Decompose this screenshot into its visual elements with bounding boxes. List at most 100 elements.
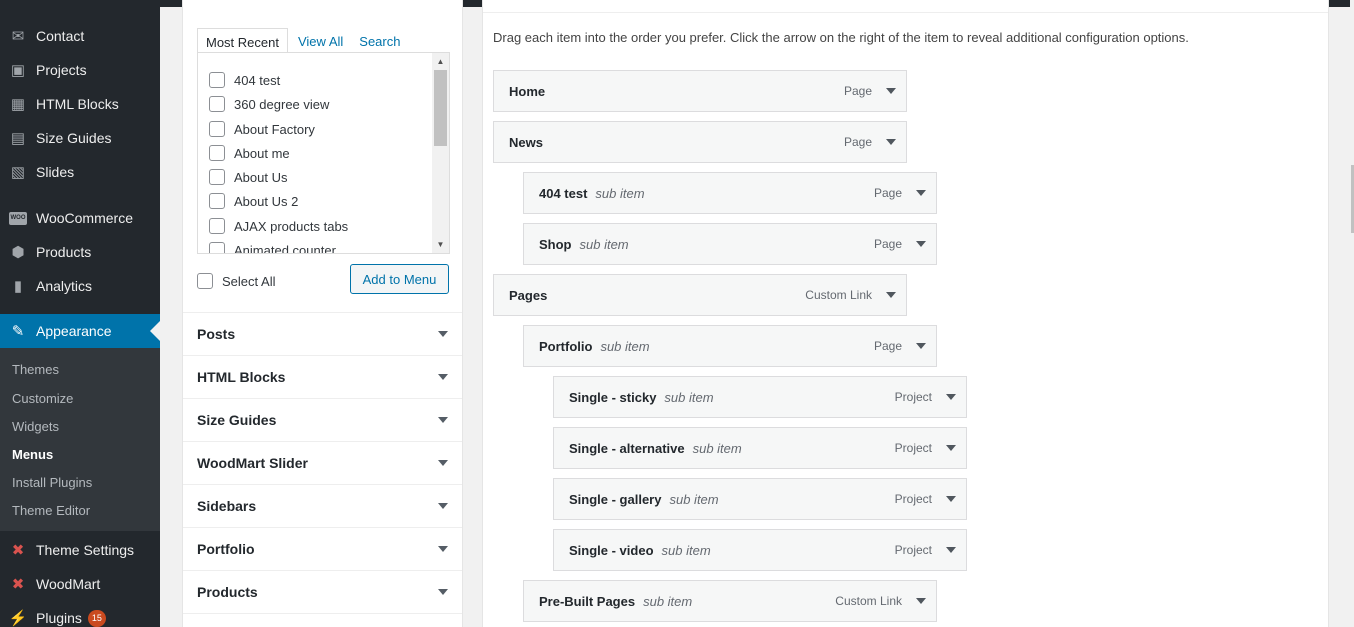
sidebar-item-woocommerce[interactable]: WOO WooCommerce xyxy=(0,201,160,235)
list-item[interactable]: About Us 2 xyxy=(209,193,298,209)
caret-down-icon xyxy=(438,546,448,552)
scroll-down-icon[interactable]: ▼ xyxy=(432,236,449,253)
sidebar-item-analytics[interactable]: ▮ Analytics xyxy=(0,269,160,303)
pages-checklist: 404 test 360 degree view About Factory A… xyxy=(197,52,450,254)
projects-icon: ▣ xyxy=(10,62,26,79)
submenu-widgets[interactable]: Widgets xyxy=(12,419,59,434)
accordion-html-blocks[interactable]: HTML Blocks xyxy=(183,355,462,398)
checkbox[interactable] xyxy=(209,96,225,112)
sidebar-item-appearance[interactable]: ✎ Appearance xyxy=(0,314,160,348)
submenu-install-plugins[interactable]: Install Plugins xyxy=(12,475,92,490)
scroll-up-icon[interactable]: ▲ xyxy=(432,53,449,70)
caret-down-icon[interactable] xyxy=(916,343,926,349)
sidebar-item-label: Analytics xyxy=(36,278,93,294)
accordion-woodmart-slider[interactable]: WoodMart Slider xyxy=(183,441,462,484)
list-item[interactable]: About Factory xyxy=(209,121,315,137)
menu-item-404-test[interactable]: 404 test sub item Page xyxy=(523,172,937,214)
accordion-title: HTML Blocks xyxy=(197,369,286,385)
caret-down-icon[interactable] xyxy=(916,598,926,604)
list-item-label: 404 test xyxy=(234,72,281,88)
accordion-posts[interactable]: Posts xyxy=(183,312,462,355)
menu-item-sub-label: sub item xyxy=(579,236,629,252)
menu-item-sub-label: sub item xyxy=(661,542,711,558)
select-all[interactable]: Select All xyxy=(197,273,275,289)
accordion-sidebars[interactable]: Sidebars xyxy=(183,484,462,527)
caret-down-icon[interactable] xyxy=(916,190,926,196)
sidebar-item-label: Theme Settings xyxy=(36,542,135,558)
menu-item-single-alternative[interactable]: Single - alternative sub item Project xyxy=(553,427,967,469)
sidebar-item-projects[interactable]: ▣ Projects xyxy=(0,53,160,87)
sidebar-item-products[interactable]: ⬢ Products xyxy=(0,235,160,269)
accordion-title: WoodMart Slider xyxy=(197,455,308,471)
menu-item-single-sticky[interactable]: Single - sticky sub item Project xyxy=(553,376,967,418)
menu-item-single-video[interactable]: Single - video sub item Project xyxy=(553,529,967,571)
caret-down-icon[interactable] xyxy=(886,88,896,94)
submenu-menus[interactable]: Menus xyxy=(12,447,53,462)
menu-item-shop[interactable]: Shop sub item Page xyxy=(523,223,937,265)
submenu-themes[interactable]: Themes xyxy=(12,362,59,377)
checklist-scrollbar[interactable]: ▲ ▼ xyxy=(432,53,449,253)
select-all-checkbox[interactable] xyxy=(197,273,213,289)
submenu-customize[interactable]: Customize xyxy=(12,391,73,406)
menu-item-single-gallery[interactable]: Single - gallery sub item Project xyxy=(553,478,967,520)
sidebar-item-html-blocks[interactable]: ▦ HTML Blocks xyxy=(0,87,160,121)
tab-view-all[interactable]: View All xyxy=(290,28,351,53)
sidebar-item-label: HTML Blocks xyxy=(36,96,119,112)
menu-item-news[interactable]: News Page xyxy=(493,121,907,163)
caret-down-icon[interactable] xyxy=(946,394,956,400)
sidebar-item-theme-settings[interactable]: ✖ Theme Settings xyxy=(0,533,160,567)
menu-item-pre-built-pages[interactable]: Pre-Built Pages sub item Custom Link xyxy=(523,580,937,622)
checkbox[interactable] xyxy=(209,72,225,88)
sidebar-item-size-guides[interactable]: ▤ Size Guides xyxy=(0,121,160,155)
ruler-icon: ▤ xyxy=(10,130,26,147)
checkbox[interactable] xyxy=(209,242,225,253)
sidebar-item-plugins[interactable]: ⚡ Plugins 15 xyxy=(0,601,160,627)
caret-down-icon[interactable] xyxy=(946,547,956,553)
woocommerce-logo: WOO xyxy=(9,211,27,225)
menu-item-home[interactable]: Home Page xyxy=(493,70,907,112)
accordion-next xyxy=(183,613,462,627)
menu-item-portfolio[interactable]: Portfolio sub item Page xyxy=(523,325,937,367)
scrollbar-thumb[interactable] xyxy=(434,70,447,146)
accordion-title: Portfolio xyxy=(197,541,255,557)
list-item[interactable]: Animated counter xyxy=(209,242,336,253)
menu-item-title: Shop xyxy=(539,236,572,252)
caret-down-icon[interactable] xyxy=(916,241,926,247)
checkbox[interactable] xyxy=(209,193,225,209)
caret-down-icon[interactable] xyxy=(886,139,896,145)
caret-down-icon[interactable] xyxy=(886,292,896,298)
menu-item-sub-label: sub item xyxy=(664,389,714,405)
sidebar-item-contact[interactable]: ✉ Contact xyxy=(0,19,160,53)
checkbox[interactable] xyxy=(209,169,225,185)
accordion-portfolio[interactable]: Portfolio xyxy=(183,527,462,570)
appearance-submenu: Themes Customize Widgets Menus Install P… xyxy=(0,348,160,531)
list-item[interactable]: 404 test xyxy=(209,72,280,88)
caret-down-icon[interactable] xyxy=(946,445,956,451)
add-to-menu-button[interactable]: Add to Menu xyxy=(350,264,449,294)
caret-down-icon xyxy=(438,503,448,509)
box-icon: ⬢ xyxy=(11,244,25,261)
submenu-theme-editor[interactable]: Theme Editor xyxy=(12,503,90,518)
accordion-title: Posts xyxy=(197,326,236,342)
sidebar-item-label: Slides xyxy=(36,164,75,180)
list-item[interactable]: About me xyxy=(209,145,290,161)
caret-down-icon[interactable] xyxy=(946,496,956,502)
menu-item-pages[interactable]: Pages Custom Link xyxy=(493,274,907,316)
menu-item-type: Custom Link xyxy=(805,288,872,302)
list-item[interactable]: AJAX products tabs xyxy=(209,218,348,234)
list-item[interactable]: About Us xyxy=(209,169,287,185)
sidebar-item-woodmart[interactable]: ✖ WoodMart xyxy=(0,567,160,601)
checkbox[interactable] xyxy=(209,218,225,234)
accordion-products[interactable]: Products xyxy=(183,570,462,613)
sidebar-item-slides[interactable]: ▧ Slides xyxy=(0,155,160,189)
list-item[interactable]: 360 degree view xyxy=(209,96,329,112)
list-item-label: AJAX products tabs xyxy=(234,218,349,234)
tab-search[interactable]: Search xyxy=(351,28,408,53)
plugins-update-badge: 15 xyxy=(87,609,106,627)
checkbox[interactable] xyxy=(209,145,225,161)
accordion-size-guides[interactable]: Size Guides xyxy=(183,398,462,441)
add-menu-items-panel: Most Recent View All Search 404 test 360… xyxy=(182,0,463,627)
page-scrollbar[interactable] xyxy=(1350,0,1354,627)
checkbox[interactable] xyxy=(209,121,225,137)
tab-most-recent[interactable]: Most Recent xyxy=(197,28,288,53)
